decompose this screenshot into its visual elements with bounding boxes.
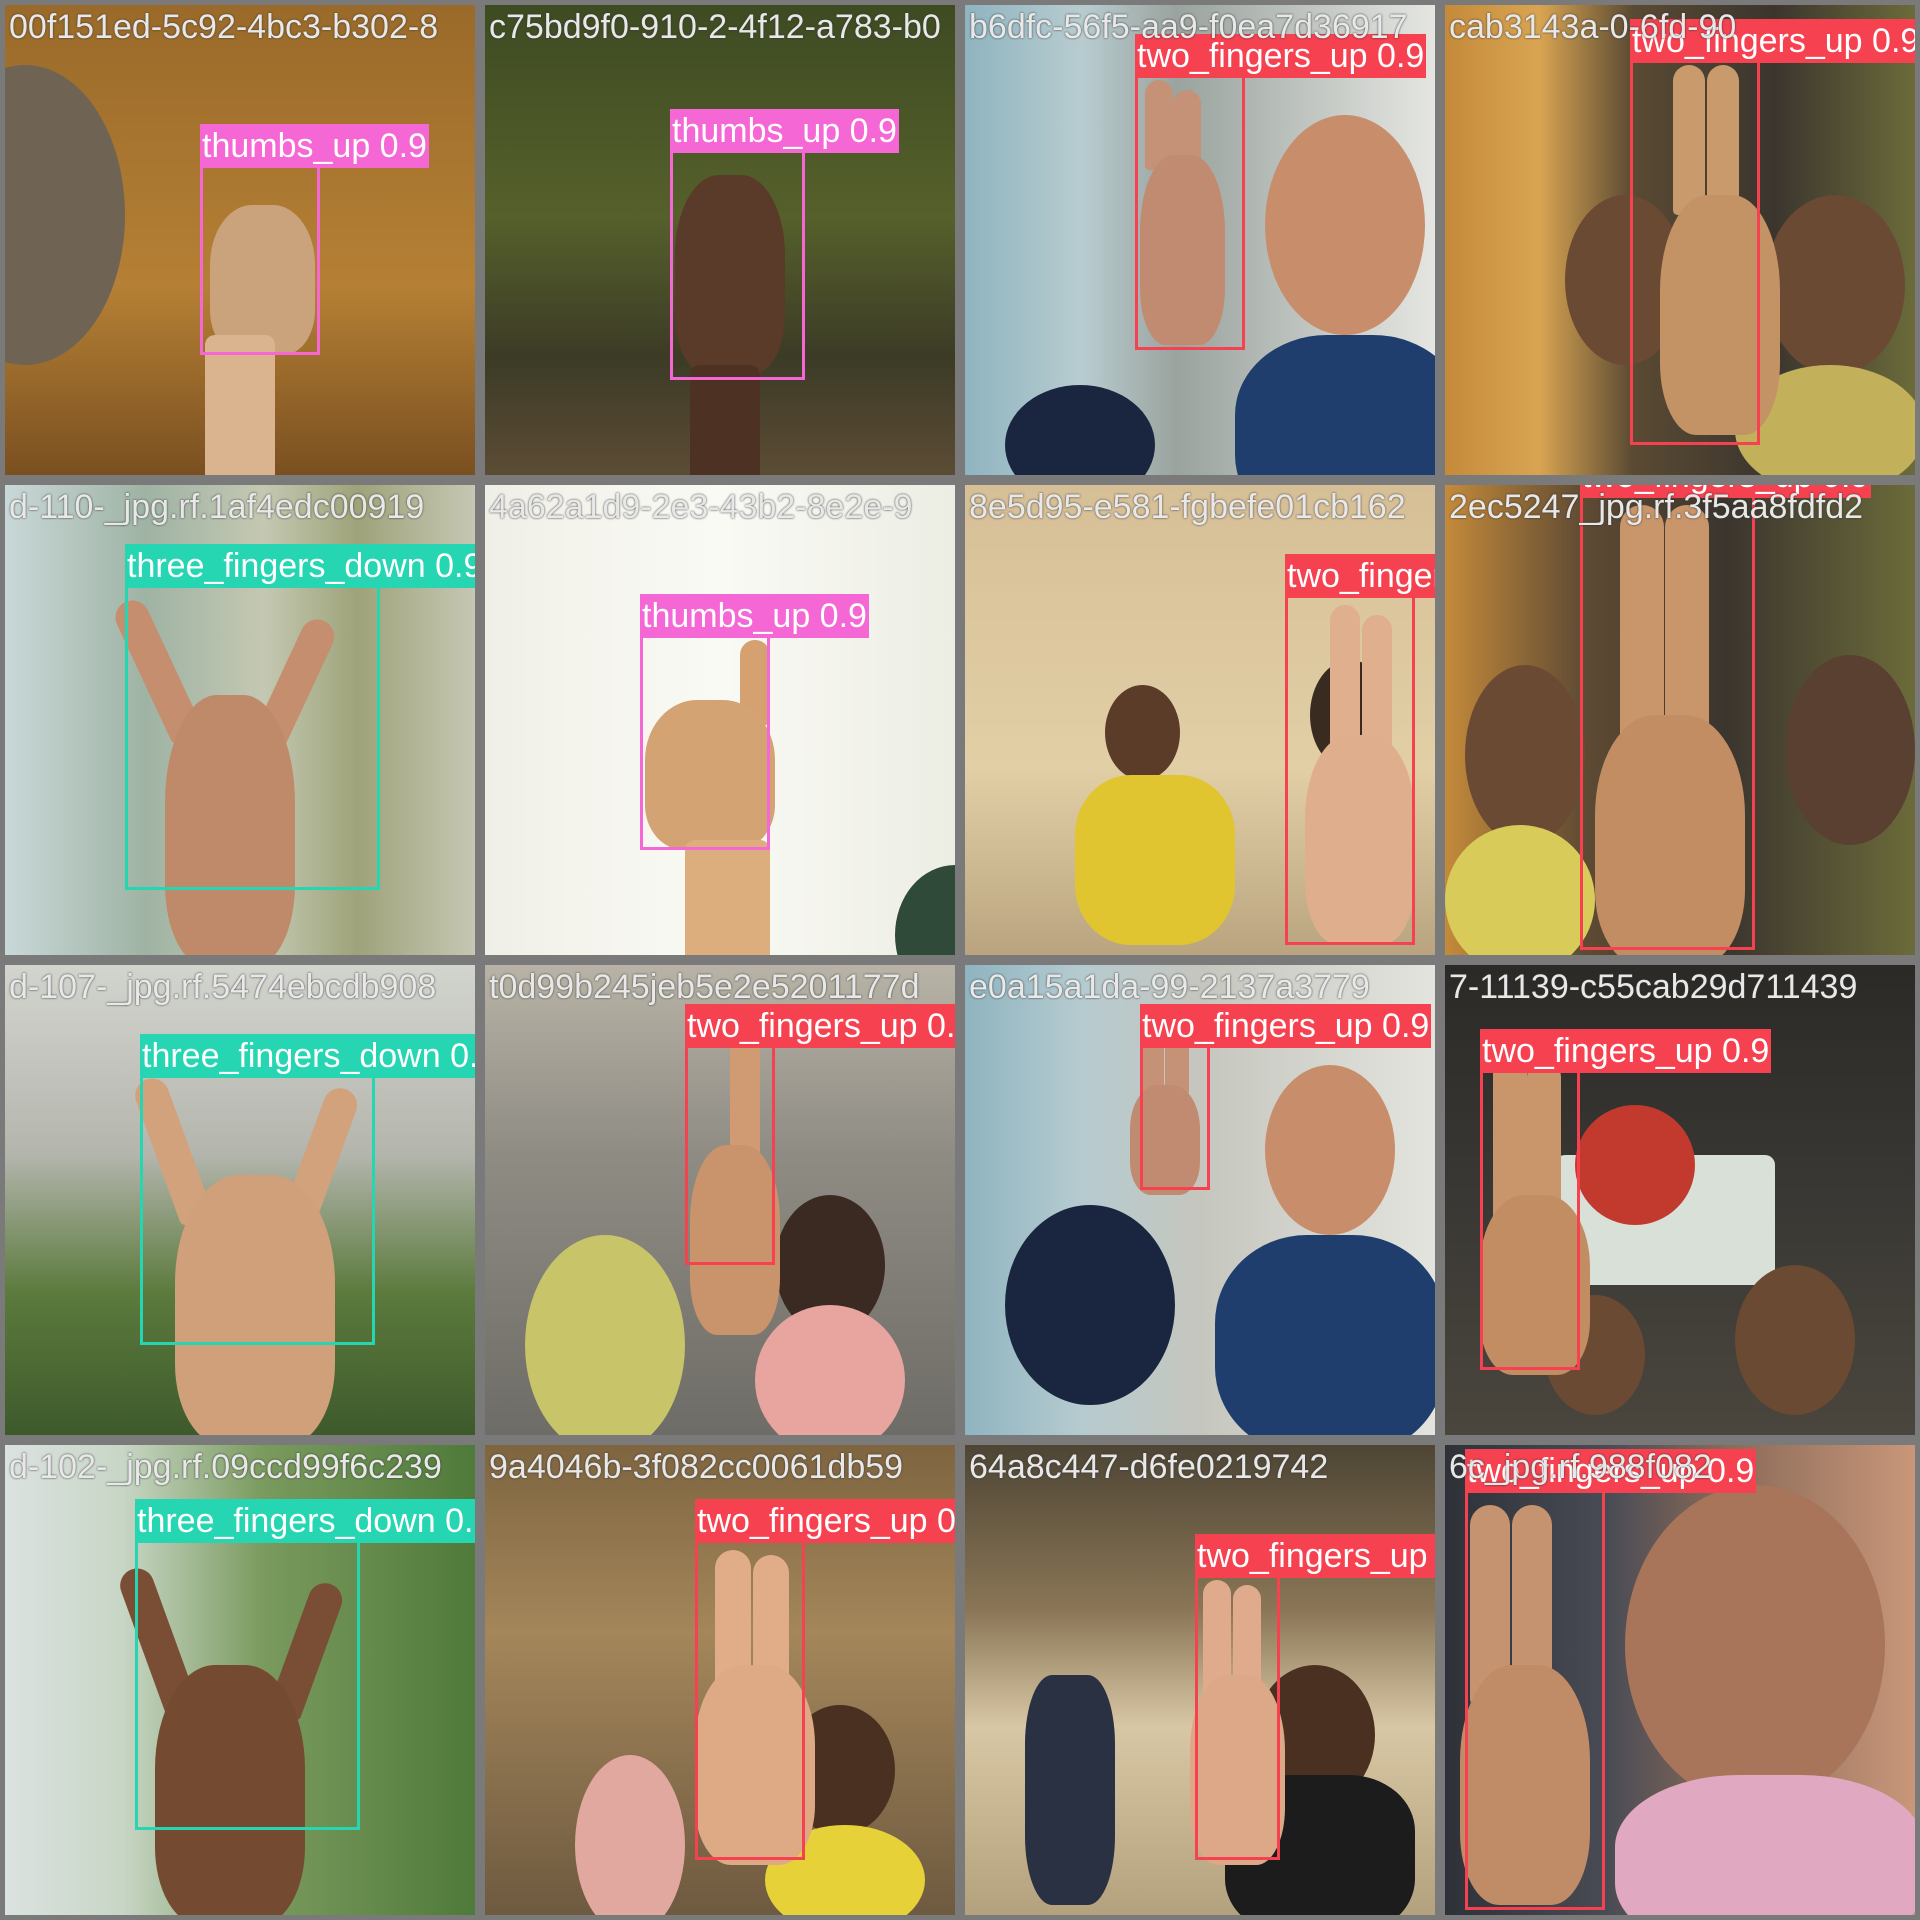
bounding-box: two_fingers_up 0.9 [695, 1499, 955, 1860]
image-tile: three_fingers_down 0.9 d-107-_jpg.rf.547… [0, 960, 480, 1440]
image-filename: 2ec5247_jpg.rf.3f5aa8fdfd2 [1449, 488, 1864, 526]
image-tile: two_fingers_up 0.9 8e5d95-e581-fgbefe01c… [960, 480, 1440, 960]
bounding-box: two_fingers_up 0.9 [1580, 485, 1872, 950]
detection-label: two_fingers_up 0.9 [685, 1004, 955, 1048]
bounding-box: two_fingers_up 0.9 [1140, 1004, 1432, 1190]
image-filename: cab3143a-0-6fd-90 [1449, 8, 1737, 46]
bounding-box: three_fingers_down 0.9 [135, 1499, 475, 1830]
image-filename: d-102-_jpg.rf.09ccd99f6c239 [9, 1448, 442, 1486]
image-filename: 7-11139-c55cab29d711439 [1449, 968, 1858, 1006]
image-filename: 4a62a1d9-2e3-43b2-8e2e-9 [489, 488, 913, 526]
image-tile: two_fingers_up 0.9 7-11139-c55cab29d7114… [1440, 960, 1920, 1440]
detection-label: two_fingers_up 0.9 [1140, 1004, 1432, 1048]
image-filename: 8e5d95-e581-fgbefe01cb162 [969, 488, 1406, 526]
image-tile: two_fingers_up 0.9 64a8c447-d6fe0219742 [960, 1440, 1440, 1920]
image-filename: e0a15a1da-99-2137a3779 [969, 968, 1370, 1006]
bounding-box: thumbs_up 0.9 [200, 124, 429, 355]
image-tile: two_fingers_up 0.9 e0a15a1da-99-2137a377… [960, 960, 1440, 1440]
image-tile: thumbs_up 0.9 4a62a1d9-2e3-43b2-8e2e-9 [480, 480, 960, 960]
detection-label: three_fingers_down 0.9 [125, 544, 475, 588]
detection-mosaic: thumbs_up 0.9 00f151ed-5c92-4bc3-b302-8 … [0, 0, 1920, 1920]
image-tile: three_fingers_down 0.9 d-102-_jpg.rf.09c… [0, 1440, 480, 1920]
bounding-box: three_fingers_down 0.9 [125, 544, 475, 890]
detection-label: three_fingers_down 0.9 [135, 1499, 475, 1543]
image-filename: d-107-_jpg.rf.5474ebcdb908 [9, 968, 437, 1006]
image-tile: three_fingers_down 0.9 d-110-_jpg.rf.1af… [0, 480, 480, 960]
bounding-box: two_fingers_up 0.9 [1465, 1449, 1757, 1910]
image-tile: two_fingers_up 0.9 6c_jpg.rf.988f082 [1440, 1440, 1920, 1920]
image-tile: thumbs_up 0.9 00f151ed-5c92-4bc3-b302-8 [0, 0, 480, 480]
image-filename: d-110-_jpg.rf.1af4edc00919 [9, 488, 425, 526]
detection-label: two_fingers_up 0.9 [695, 1499, 955, 1543]
image-filename: t0d99b245jeb5e2e5201177d [489, 968, 920, 1006]
bounding-box: thumbs_up 0.9 [640, 594, 869, 850]
image-tile: two_fingers_up 0.9 2ec5247_jpg.rf.3f5aa8… [1440, 480, 1920, 960]
image-tile: two_fingers_up 0.9 cab3143a-0-6fd-90 [1440, 0, 1920, 480]
bounding-box: two_fingers_up 0.9 [1630, 19, 1915, 445]
bounding-box: two_fingers_up 0.9 [1195, 1534, 1435, 1860]
bounding-box: two_fingers_up 0.9 [1480, 1029, 1772, 1370]
detection-label: thumbs_up 0.9 [670, 109, 899, 153]
image-tile: two_fingers_up 0.9 t0d99b245jeb5e2e52011… [480, 960, 960, 1440]
detection-label: two_fingers_up 0.9 [1480, 1029, 1772, 1073]
image-filename: c75bd9f0-910-2-4f12-a783-b0 [489, 8, 941, 46]
image-filename: 6c_jpg.rf.988f082 [1449, 1448, 1712, 1486]
bounding-box: two_fingers_up 0.9 [1285, 554, 1435, 945]
bounding-box: three_fingers_down 0.9 [140, 1034, 475, 1345]
detection-label: two_fingers_up 0.9 [1195, 1534, 1435, 1578]
bounding-box: two_fingers_up 0.9 [1135, 34, 1427, 350]
image-filename: 9a4046b-3f082cc0061db59 [489, 1448, 904, 1486]
bounding-box: two_fingers_up 0.9 [685, 1004, 955, 1265]
detection-label: two_fingers_up 0.9 [1285, 554, 1435, 598]
detection-label: thumbs_up 0.9 [200, 124, 429, 168]
detection-label: thumbs_up 0.9 [640, 594, 869, 638]
image-filename: 64a8c447-d6fe0219742 [969, 1448, 1329, 1486]
image-tile: two_fingers_up 0.9 9a4046b-3f082cc0061db… [480, 1440, 960, 1920]
image-filename: 00f151ed-5c92-4bc3-b302-8 [9, 8, 439, 46]
image-tile: thumbs_up 0.9 c75bd9f0-910-2-4f12-a783-b… [480, 0, 960, 480]
bounding-box: thumbs_up 0.9 [670, 109, 899, 380]
image-tile: two_fingers_up 0.9 b6dfc-56f5-aa9-f0ea7d… [960, 0, 1440, 480]
detection-label: three_fingers_down 0.9 [140, 1034, 475, 1078]
image-filename: b6dfc-56f5-aa9-f0ea7d36917 [969, 8, 1408, 46]
